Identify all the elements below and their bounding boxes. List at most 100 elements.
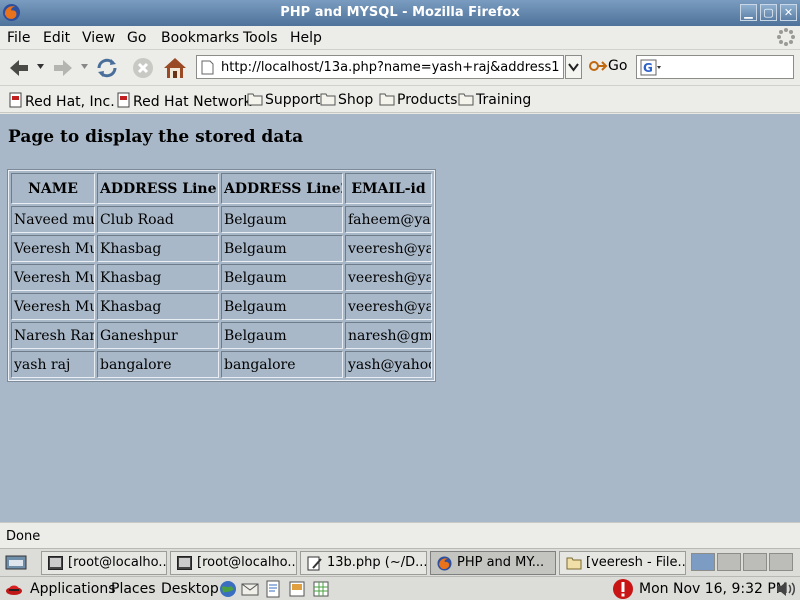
task-firefox[interactable]: PHP and MY... [430, 551, 556, 575]
cell-name: Veeresh Mu [11, 264, 95, 291]
menu-help[interactable]: Help [290, 30, 322, 46]
workspace-3[interactable] [743, 553, 767, 571]
cell-name: yash raj [11, 351, 95, 378]
workspace-2[interactable] [717, 553, 741, 571]
cell-name: Naresh Ram [11, 322, 95, 349]
email-launcher-icon[interactable] [240, 579, 260, 599]
workspace-1[interactable] [691, 553, 715, 571]
cell-address-line1: Khasbag [97, 235, 219, 262]
menu-bar: File Edit View Go Bookmarks Tools Help [0, 26, 800, 50]
page-heading: Page to display the stored data [8, 127, 304, 147]
cell-email: naresh@gma [345, 322, 432, 349]
task-terminal-2[interactable]: [root@localho... [170, 551, 297, 575]
page-content: Page to display the stored data NAME ADD… [0, 114, 800, 522]
cell-address-line1: Club Road [97, 206, 219, 233]
text-editor-icon [307, 556, 322, 571]
task-terminal-1[interactable]: [root@localho... [41, 551, 167, 575]
status-text: Done [6, 529, 41, 544]
url-bar[interactable] [196, 55, 564, 79]
window-title: PHP and MYSQL - Mozilla Firefox [280, 5, 520, 20]
back-arrow-icon[interactable] [6, 55, 32, 81]
spreadsheet-launcher-icon[interactable] [311, 579, 331, 599]
column-header-name: NAME [11, 173, 95, 204]
folder-icon [320, 93, 336, 106]
reload-icon[interactable] [94, 55, 120, 81]
redhat-menu-icon[interactable] [5, 580, 23, 598]
bookmark-folder-support[interactable]: Support [247, 92, 320, 108]
home-icon[interactable] [162, 55, 188, 81]
navigation-toolbar: Go G [0, 50, 800, 86]
cell-address-line1: Khasbag [97, 264, 219, 291]
menu-applications[interactable]: Applications [30, 581, 116, 597]
menu-file[interactable]: File [7, 30, 30, 46]
show-desktop-icon[interactable] [3, 552, 31, 574]
table-row: Naveed mul Club Road Belgaum faheem@yah [11, 206, 432, 233]
google-search-engine-icon[interactable]: G [640, 59, 662, 76]
url-history-dropdown[interactable] [565, 55, 582, 79]
menu-tools[interactable]: Tools [243, 30, 278, 46]
panel-clock[interactable]: Mon Nov 16, 9:32 PM [639, 581, 788, 597]
menu-places[interactable]: Places [111, 581, 156, 597]
forward-history-dropdown-icon[interactable] [81, 64, 88, 70]
minimize-button[interactable]: ▁ [740, 4, 757, 21]
cell-email: faheem@yah [345, 206, 432, 233]
task-text-editor[interactable]: 13b.php (~/D... [300, 551, 427, 575]
url-input[interactable] [221, 57, 561, 77]
cell-email: veeresh@ya [345, 235, 432, 262]
bookmark-red-hat-inc[interactable]: Red Hat, Inc. [9, 92, 115, 110]
workspace-4[interactable] [769, 553, 793, 571]
go-button[interactable]: Go [588, 58, 627, 78]
search-box[interactable]: G [636, 55, 794, 79]
cell-address-line2: Belgaum [221, 293, 343, 320]
go-icon [589, 61, 608, 71]
writer-launcher-icon[interactable] [263, 579, 283, 599]
task-file-browser[interactable]: [veeresh - File... [559, 551, 686, 575]
table-header-row: NAME ADDRESS Line1 ADDRESS Line2 EMAIL-i… [11, 173, 432, 204]
firefox-icon [437, 556, 452, 571]
folder-icon [247, 93, 263, 106]
bookmark-folder-shop[interactable]: Shop [320, 92, 373, 108]
maximize-button[interactable]: ▢ [760, 4, 777, 21]
folder-icon [458, 93, 474, 106]
table-row: yash raj bangalore bangalore yash@yahoo [11, 351, 432, 378]
stop-icon[interactable] [130, 55, 156, 81]
svg-text:G: G [643, 61, 653, 75]
go-label: Go [608, 58, 628, 74]
volume-icon[interactable] [775, 579, 797, 599]
table-row: Naresh Ram Ganeshpur Belgaum naresh@gma [11, 322, 432, 349]
bookmark-folder-training[interactable]: Training [458, 92, 531, 108]
cell-name: Veeresh Mu [11, 293, 95, 320]
window-titlebar[interactable]: PHP and MYSQL - Mozilla Firefox ▁ ▢ ✕ [0, 0, 800, 26]
cell-address-line1: Khasbag [97, 293, 219, 320]
menu-bookmarks[interactable]: Bookmarks [161, 30, 239, 46]
terminal-icon [48, 556, 63, 570]
bookmark-page-icon [117, 92, 130, 108]
cell-address-line2: bangalore [221, 351, 343, 378]
cell-email: yash@yahoo [345, 351, 432, 378]
cell-email: veeresh@ya [345, 264, 432, 291]
web-browser-launcher-icon[interactable] [218, 579, 238, 599]
cell-address-line2: Belgaum [221, 235, 343, 262]
column-header-address-line2: ADDRESS Line2 [221, 173, 343, 204]
stored-data-table: NAME ADDRESS Line1 ADDRESS Line2 EMAIL-i… [7, 169, 436, 382]
close-button[interactable]: ✕ [780, 4, 797, 21]
presentation-launcher-icon[interactable] [287, 579, 307, 599]
terminal-icon [177, 556, 192, 570]
menu-desktop[interactable]: Desktop [161, 581, 219, 597]
back-history-dropdown-icon[interactable] [37, 64, 44, 70]
cell-address-line2: Belgaum [221, 206, 343, 233]
menu-go[interactable]: Go [127, 30, 146, 46]
chevron-down-icon [568, 63, 579, 72]
menu-view[interactable]: View [82, 30, 115, 46]
update-alert-icon[interactable] [612, 578, 634, 600]
folder-icon [566, 557, 582, 570]
bookmark-folder-products[interactable]: Products [379, 92, 457, 108]
bookmark-red-hat-network[interactable]: Red Hat Network [117, 92, 252, 110]
menu-edit[interactable]: Edit [43, 30, 70, 46]
column-header-email: EMAIL-id [345, 173, 432, 204]
folder-icon [379, 93, 395, 106]
table-row: Veeresh Mu Khasbag Belgaum veeresh@ya [11, 264, 432, 291]
cell-email: veeresh@ya [345, 293, 432, 320]
cell-name: Naveed mul [11, 206, 95, 233]
forward-arrow-icon[interactable] [50, 55, 76, 81]
